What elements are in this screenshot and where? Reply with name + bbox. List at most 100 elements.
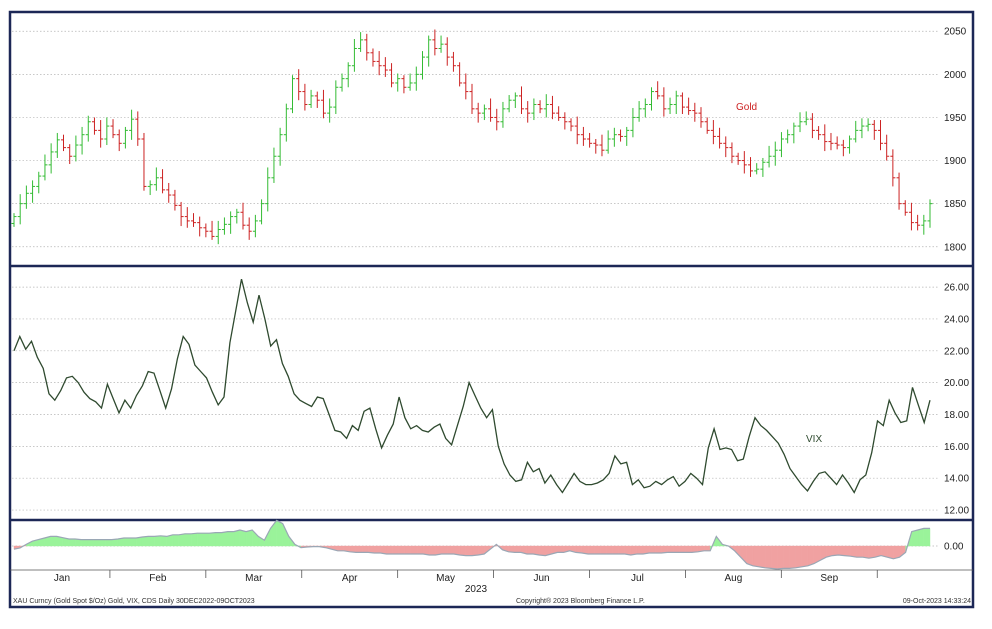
cds-segment (148, 536, 155, 547)
cds-segment (178, 533, 186, 547)
cds-segment (868, 545, 876, 559)
cds-segment (514, 545, 522, 553)
cds-segment (227, 531, 235, 547)
cds-segment (355, 545, 363, 553)
cds-segment (276, 520, 283, 547)
cds-segment (917, 528, 925, 547)
cds-segment (239, 529, 247, 547)
cds-segment (783, 545, 790, 569)
cds-segment (337, 545, 344, 551)
month-label: Mar (245, 573, 263, 584)
bloomberg-chart: 2050 2000 1950 1900 1850 1800 26.00 24.00 22.00 2… (0, 0, 992, 624)
cds-segment (441, 545, 448, 555)
vix-tick-label: 20.00 (944, 378, 969, 389)
vix-tick-label: 24.00 (944, 314, 969, 325)
cds-segment (618, 545, 625, 555)
cds-segment (386, 545, 393, 555)
vix-label: VIX (806, 434, 822, 445)
cds-segment (673, 545, 680, 553)
vix-tick-label: 26.00 (944, 283, 969, 294)
cds-tick-label: 0.00 (944, 542, 964, 553)
cds-segment (789, 545, 796, 569)
cds-segment (215, 532, 222, 547)
cds-segment (459, 545, 467, 556)
cds-segment (923, 528, 931, 547)
month-label: Feb (149, 573, 167, 584)
gold-label: Gold (736, 102, 757, 113)
cds-segment (655, 545, 662, 554)
cds-segment (746, 545, 754, 567)
cds-segment (471, 545, 479, 556)
cds-segment (832, 545, 839, 556)
cds-segment (636, 545, 644, 555)
cds-segment (410, 545, 418, 555)
cds-segment (105, 539, 112, 547)
cds-segment (184, 533, 192, 547)
cds-segment (447, 545, 454, 555)
cds-segment (80, 539, 88, 547)
cds-segment (587, 545, 595, 555)
cds-segment (777, 545, 784, 570)
cds-segment (593, 545, 601, 555)
cds-segment (190, 532, 198, 547)
vix-tick-label: 18.00 (944, 410, 969, 421)
cds-segment (160, 535, 167, 547)
chart-frame: 2050 2000 1950 1900 1850 1800 26.00 24.00 22.00 2… (0, 0, 992, 624)
cds-segment (612, 545, 619, 555)
cds-segment (209, 532, 216, 547)
cds-segment (416, 545, 424, 555)
cds-segment (838, 545, 845, 556)
month-label: Apr (342, 573, 358, 584)
gold-tick-label: 2050 (944, 27, 967, 38)
cds-segment (221, 531, 228, 547)
cds-segment (526, 545, 534, 555)
footer-source: XAU Curncy (Gold Spot $/Oz) Gold, VIX, C… (13, 598, 255, 605)
cds-segment (557, 545, 564, 553)
cds-segment (850, 545, 857, 558)
gold-tick-label: 2000 (944, 70, 967, 81)
cds-segment (142, 536, 149, 547)
cds-segment (648, 545, 656, 554)
cds-segment (771, 545, 778, 570)
vix-tick-label: 12.00 (944, 506, 969, 517)
year-label: 2023 (465, 584, 488, 595)
month-label: Aug (724, 573, 742, 584)
cds-segment (154, 535, 161, 547)
cds-segment (361, 545, 369, 553)
cds-segment (685, 545, 693, 553)
cds-segment (911, 529, 918, 547)
cds-segment (856, 545, 864, 558)
footer-copyright: Copyright® 2023 Bloomberg Finance L.P. (516, 597, 645, 605)
gold-tick-label: 1900 (944, 156, 967, 167)
cds-segment (50, 536, 57, 547)
cds-segment (233, 529, 241, 547)
month-label: Sep (820, 573, 838, 584)
month-label: Jun (533, 573, 549, 584)
cds-segment (93, 539, 100, 547)
cds-segment (392, 545, 399, 555)
cds-segment (245, 529, 253, 547)
cds-segment (123, 537, 131, 547)
cds-segment (374, 545, 381, 554)
cds-segment (600, 545, 607, 555)
cds-segment (87, 539, 94, 547)
footer-timestamp: 09-Oct-2023 14:33:24 (903, 598, 971, 605)
cds-segment (68, 538, 76, 547)
cds-segment (429, 545, 436, 556)
cds-segment (764, 545, 772, 569)
gold-tick-label: 1850 (944, 199, 967, 210)
cds-segment (129, 537, 137, 547)
vix-tick-label: 22.00 (944, 346, 969, 357)
cds-segment (404, 545, 412, 555)
cds-segment (703, 545, 711, 551)
cds-segment (465, 545, 473, 556)
cds-segment (667, 545, 674, 553)
cds-segment (862, 545, 870, 559)
cds-segment (758, 545, 766, 568)
cds-segment (844, 545, 851, 557)
cds-segment (196, 533, 204, 547)
vix-tick-label: 14.00 (944, 474, 969, 485)
month-label: Jul (631, 573, 644, 584)
cds-segment (172, 534, 180, 547)
gold-tick-label: 1800 (944, 242, 967, 253)
